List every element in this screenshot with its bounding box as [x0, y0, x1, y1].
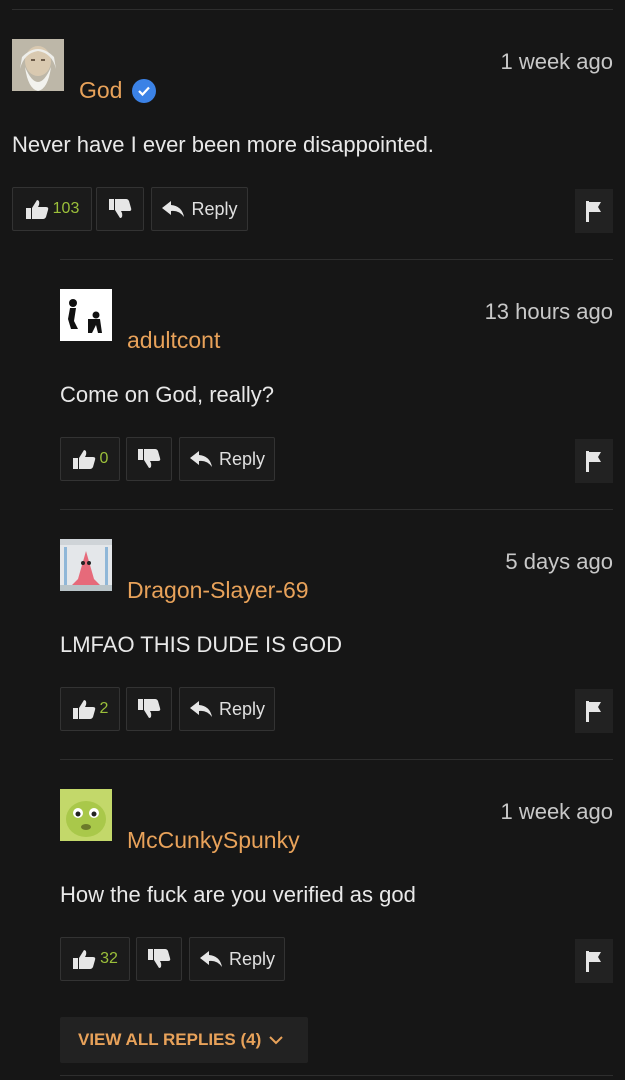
username[interactable]: Dragon-Slayer-69: [127, 577, 309, 604]
flag-button[interactable]: [575, 689, 613, 733]
comment-mccunkyspunky: McCunkySpunky 1 week ago How the fuck ar…: [60, 759, 625, 1009]
reply-arrow-icon: [189, 701, 212, 717]
like-count: 32: [100, 950, 118, 967]
dislike-button[interactable]: [126, 687, 172, 731]
avatar[interactable]: [12, 39, 64, 91]
comment-text: How the fuck are you verified as god: [60, 882, 416, 907]
comment-text: Never have I ever been more disappointed…: [12, 132, 434, 157]
like-button[interactable]: 103: [12, 187, 92, 231]
reply-button[interactable]: Reply: [179, 687, 275, 731]
username[interactable]: adultcont: [127, 327, 220, 354]
timestamp: 1 week ago: [500, 799, 613, 824]
reply-arrow-icon: [189, 451, 212, 467]
timestamp: 5 days ago: [505, 549, 613, 574]
username[interactable]: God: [79, 77, 157, 104]
reply-label: Reply: [191, 198, 238, 219]
dislike-button[interactable]: [96, 187, 144, 231]
like-count: 2: [99, 700, 109, 717]
avatar[interactable]: [60, 789, 112, 841]
flag-icon: [586, 701, 601, 722]
view-all-replies-label: VIEW ALL REPLIES (4): [78, 1030, 262, 1049]
reply-button[interactable]: Reply: [179, 437, 275, 481]
like-button[interactable]: 32: [60, 937, 130, 981]
flag-icon: [586, 451, 601, 472]
bottom-divider: [60, 1075, 613, 1076]
thumbs-up-icon: [73, 950, 96, 969]
thumbs-down-icon: [109, 199, 132, 218]
thumbs-down-icon: [138, 449, 161, 468]
username-label[interactable]: God: [79, 77, 122, 104]
comment-text: Come on God, really?: [60, 382, 274, 407]
like-count: 0: [99, 450, 109, 467]
thumbs-down-icon: [148, 949, 171, 968]
dislike-button[interactable]: [126, 437, 172, 481]
like-button[interactable]: 2: [60, 687, 120, 731]
verified-check-icon: [132, 78, 157, 103]
reply-label: Reply: [218, 448, 266, 469]
thumbs-down-icon: [138, 699, 161, 718]
reply-label: Reply: [218, 698, 266, 719]
flag-button[interactable]: [575, 189, 613, 233]
reply-arrow-icon: [162, 201, 185, 217]
username-label[interactable]: adultcont: [127, 327, 220, 354]
view-all-replies-button[interactable]: VIEW ALL REPLIES (4): [60, 1017, 308, 1063]
username[interactable]: McCunkySpunky: [127, 827, 300, 854]
flag-button[interactable]: [575, 939, 613, 983]
reply-button[interactable]: Reply: [151, 187, 248, 231]
avatar[interactable]: [60, 539, 112, 591]
comment-text: LMFAO THIS DUDE IS GOD: [60, 632, 342, 657]
dislike-button[interactable]: [136, 937, 182, 981]
like-count: 103: [52, 200, 80, 217]
flag-icon: [586, 201, 601, 222]
comment-dragon-slayer: Dragon-Slayer-69 5 days ago LMFAO THIS D…: [60, 509, 625, 759]
comment-god: God 1 week ago Never have I ever been mo…: [12, 9, 625, 259]
flag-button[interactable]: [575, 439, 613, 483]
thumbs-up-icon: [72, 700, 95, 719]
thumbs-up-icon: [25, 200, 48, 219]
reply-label: Reply: [228, 948, 276, 969]
reply-arrow-icon: [199, 951, 222, 967]
timestamp: 1 week ago: [500, 49, 613, 74]
username-label[interactable]: McCunkySpunky: [127, 827, 300, 854]
chevron-down-icon: [269, 1036, 283, 1045]
flag-icon: [586, 951, 601, 972]
like-button[interactable]: 0: [60, 437, 120, 481]
timestamp: 13 hours ago: [484, 299, 613, 324]
avatar[interactable]: [60, 289, 112, 341]
thumbs-up-icon: [72, 450, 95, 469]
reply-button[interactable]: Reply: [189, 937, 285, 981]
username-label[interactable]: Dragon-Slayer-69: [127, 577, 309, 604]
comment-adultcont: adultcont 13 hours ago Come on God, real…: [60, 259, 625, 509]
